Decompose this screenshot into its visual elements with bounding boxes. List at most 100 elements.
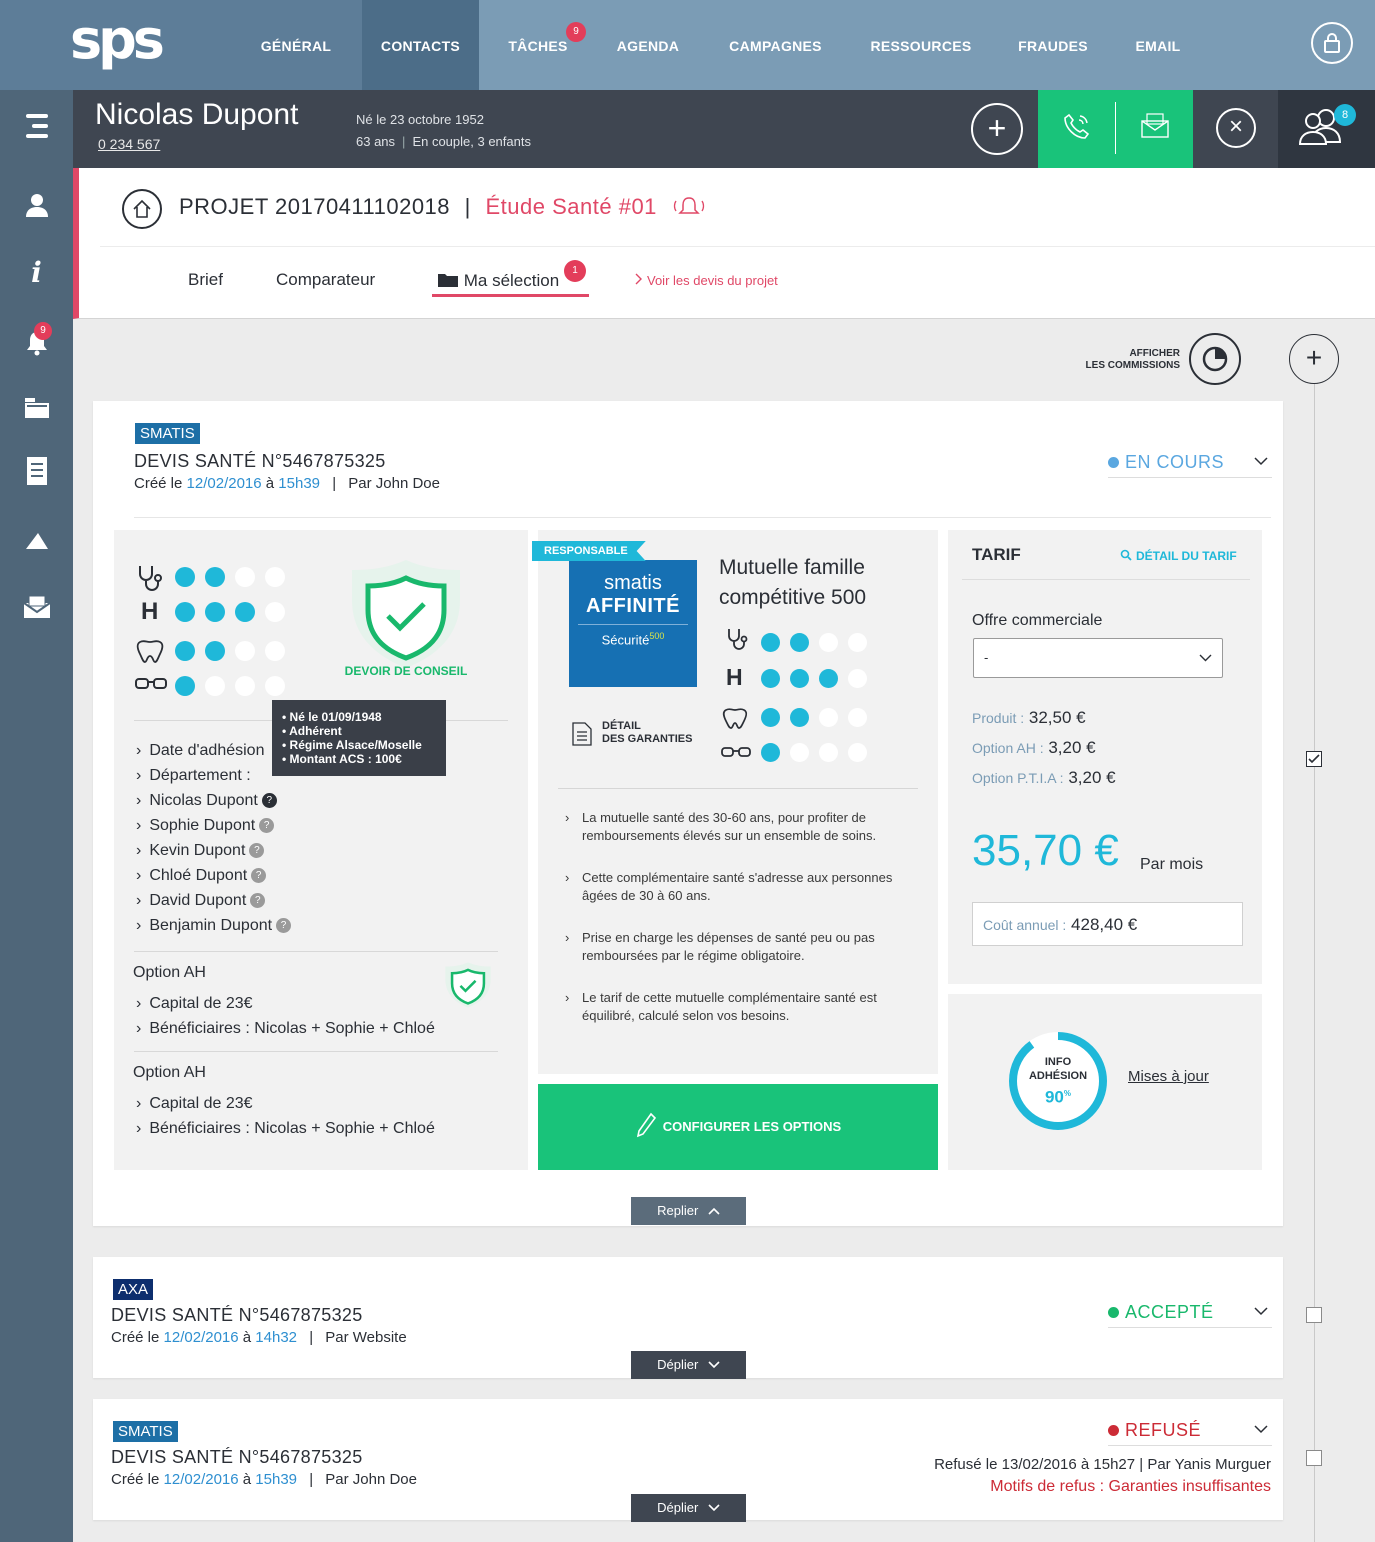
add-quote-button[interactable]: + [1289, 334, 1339, 384]
tooltip-line: • Adhérent [282, 724, 342, 738]
contact-number[interactable]: 0 234 567 [98, 136, 160, 152]
created-at: à [242, 1471, 252, 1488]
sps-logo[interactable]: sps [0, 0, 230, 90]
devis-link[interactable]: Voir les devis du projet [635, 273, 778, 288]
annual-label: Coût annuel : [983, 917, 1067, 933]
document-icon[interactable] [0, 456, 73, 493]
help-icon[interactable]: ? [249, 843, 265, 859]
help-icon[interactable]: ? [250, 893, 266, 909]
quote-2-checkbox[interactable] [1306, 1307, 1322, 1323]
team-button[interactable]: 8 [1278, 90, 1375, 168]
tab-ma-selection[interactable]: Ma sélection [437, 270, 559, 291]
quote-1-checkbox[interactable] [1306, 751, 1322, 767]
detail-tarif-link[interactable]: DÉTAIL DU TARIF [1120, 549, 1237, 563]
insurer-badge: AXA [113, 1279, 154, 1300]
capital-label: Capital de 23€ [149, 1095, 253, 1112]
help-icon[interactable]: ? [261, 793, 277, 809]
contact-header: Nicolas Dupont 0 234 567 Né le 23 octobr… [73, 90, 1375, 174]
nav-email[interactable]: EMAIL [1116, 0, 1200, 90]
deplier-button[interactable]: Déplier [631, 1351, 746, 1379]
option-capital[interactable]: › Capital de 23€ [136, 995, 253, 1013]
mail-icon[interactable] [0, 594, 73, 626]
created-by: Par John Doe [325, 1471, 417, 1488]
row-sophie[interactable]: › Sophie Dupont? [136, 817, 275, 835]
status-dot [1108, 457, 1119, 468]
help-icon[interactable]: ? [259, 818, 275, 834]
devis-link-label: Voir les devis du projet [647, 273, 778, 288]
email-send-icon[interactable] [1141, 112, 1169, 143]
benef-label: Bénéficiaires : [149, 1020, 250, 1037]
home-icon[interactable] [122, 189, 162, 229]
row-label: Benjamin Dupont [149, 917, 273, 934]
status-dropdown[interactable]: REFUSÉ [1108, 1420, 1272, 1446]
row-nicolas[interactable]: › Nicolas Dupont? [136, 792, 277, 810]
row-chloe[interactable]: › Chloé Dupont? [136, 867, 267, 885]
phone-icon[interactable] [1063, 112, 1091, 145]
alarm-bell-icon[interactable] [670, 195, 708, 217]
document-icon [572, 722, 592, 746]
option-beneficiaires[interactable]: › Bénéficiaires : Nicolas + Sophie + Chlo… [136, 1020, 435, 1038]
nav-fraudes[interactable]: FRAUDES [990, 0, 1116, 90]
mises-a-jour-link[interactable]: Mises à jour [1128, 1068, 1209, 1085]
insurer-badge: SMATIS [135, 423, 200, 444]
nav-agenda[interactable]: AGENDA [597, 0, 699, 90]
row-date-adhesion[interactable]: › Date d'adhésion [136, 742, 264, 760]
dots-row-4 [175, 676, 295, 701]
sidebar: i 9 [0, 90, 73, 1542]
offre-select[interactable]: - [973, 638, 1223, 678]
feature-text: Prise en charge les dépenses de santé pe… [582, 930, 875, 963]
benef-value: Nicolas + Sophie + Chloé [254, 1120, 435, 1137]
status-dropdown[interactable]: ACCEPTÉ [1108, 1302, 1272, 1328]
created-date: 12/02/2016 [186, 475, 262, 492]
option-beneficiaires[interactable]: › Bénéficiaires : Nicolas + Sophie + Chlo… [136, 1120, 435, 1138]
tab-brief[interactable]: Brief [188, 270, 223, 290]
lock-icon[interactable] [1311, 22, 1353, 64]
menu-icon[interactable] [0, 112, 73, 147]
tarif-panel: TARIF DÉTAIL DU TARIF Offre commerciale … [948, 530, 1262, 984]
row-benjamin[interactable]: › Benjamin Dupont? [136, 917, 292, 935]
nav-general[interactable]: GÉNÉRAL [230, 0, 362, 90]
deplier-button[interactable]: Déplier [631, 1494, 746, 1522]
status-dropdown[interactable]: EN COURS [1108, 452, 1272, 478]
nav-campagnes[interactable]: CAMPAGNES [699, 0, 852, 90]
nav-taches[interactable]: TÂCHES [479, 0, 597, 90]
study-title[interactable]: Étude Santé #01 [486, 194, 657, 219]
row-kevin[interactable]: › Kevin Dupont? [136, 842, 265, 860]
option-capital[interactable]: › Capital de 23€ [136, 1095, 253, 1113]
configure-options-button[interactable]: CONFIGURER LES OPTIONS [538, 1084, 938, 1170]
commissions-label: AFFICHER LES COMMISSIONS [1060, 348, 1180, 372]
folders-icon[interactable] [0, 394, 73, 426]
status-dot [1108, 1425, 1119, 1436]
help-icon[interactable]: ? [276, 918, 292, 934]
quote-title: DEVIS SANTÉ N°5467875325 [111, 1447, 363, 1467]
user-icon[interactable] [0, 192, 73, 224]
close-icon[interactable]: × [1216, 108, 1256, 148]
chevron-down-icon [708, 1361, 720, 1369]
product-dots-4 [761, 743, 877, 767]
feature-item: › La mutuelle santé des 30-60 ans, pour p… [565, 809, 910, 845]
tab-comparateur[interactable]: Comparateur [276, 270, 375, 290]
replier-button[interactable]: Replier [631, 1197, 746, 1225]
quote-title: DEVIS SANTÉ N°5467875325 [134, 451, 386, 471]
insurer-badge: SMATIS [113, 1421, 178, 1442]
tooltip-line: • Montant ACS : 100€ [282, 752, 402, 766]
refusal-reason: Motifs de refus : Garanties insuffisante… [990, 1478, 1271, 1495]
tarif-line-option-ah: Option AH : 3,20 € [972, 738, 1096, 758]
info-icon[interactable]: i [0, 256, 73, 289]
devoir-conseil-label[interactable]: DEVOIR DE CONSEIL [342, 664, 470, 678]
folder-icon [438, 274, 458, 287]
nav-ressources[interactable]: RESSOURCES [852, 0, 990, 90]
row-david[interactable]: › David Dupont? [136, 892, 266, 910]
help-icon[interactable]: ? [251, 868, 267, 884]
detail-garanties-link[interactable]: DÉTAIL DES GARANTIES [572, 720, 692, 746]
megaphone-icon[interactable] [0, 528, 73, 560]
created-time: 15h39 [255, 1471, 298, 1488]
selection-badge: 1 [564, 260, 586, 282]
hospital-icon: H [726, 664, 743, 690]
nav-contacts[interactable]: CONTACTS [362, 0, 479, 90]
row-departement[interactable]: › Département : [136, 767, 251, 785]
add-button[interactable]: + [971, 103, 1023, 155]
commissions-toggle[interactable] [1189, 333, 1241, 385]
quote-3-checkbox[interactable] [1306, 1450, 1322, 1466]
coverage-panel: H DEVOIR DE CONSEIL › Date d'adhésion › Dé… [114, 530, 528, 1170]
